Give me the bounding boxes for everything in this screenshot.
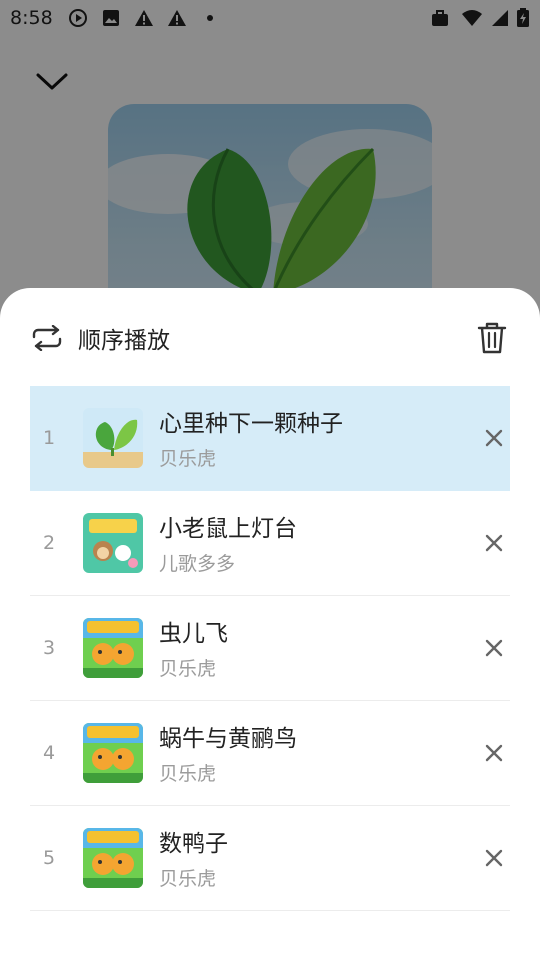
track-index: 5 bbox=[42, 847, 56, 869]
sheet-header: 顺序播放 bbox=[0, 288, 540, 386]
play-mode-label: 顺序播放 bbox=[78, 328, 170, 354]
track-title: 虫儿飞 bbox=[159, 621, 228, 647]
trash-icon bbox=[477, 322, 507, 354]
track-artist: 贝乐虎 bbox=[159, 658, 217, 680]
close-icon bbox=[485, 429, 503, 447]
track-index: 2 bbox=[42, 532, 56, 554]
list-item[interactable]: 1 心里种下一颗种子 贝乐虎 bbox=[30, 386, 510, 491]
track-artist: 贝乐虎 bbox=[159, 448, 217, 470]
remove-track-button[interactable] bbox=[478, 527, 510, 559]
track-artist: 贝乐虎 bbox=[159, 763, 217, 785]
track-thumbnail bbox=[83, 408, 143, 468]
play-mode-button[interactable]: 顺序播放 bbox=[30, 316, 170, 360]
track-thumbnail bbox=[83, 513, 143, 573]
list-item[interactable]: 2 小老鼠上灯台 儿歌多多 bbox=[30, 491, 510, 596]
list-item[interactable]: 4 蜗牛与黄鹂鸟 贝乐虎 bbox=[30, 701, 510, 806]
remove-track-button[interactable] bbox=[478, 632, 510, 664]
track-artist: 儿歌多多 bbox=[159, 553, 236, 575]
track-thumbnail bbox=[83, 618, 143, 678]
track-index: 4 bbox=[42, 742, 56, 764]
playlist: 1 心里种下一颗种子 贝乐虎 2 小老鼠上灯台 儿歌多多 3 虫儿飞 贝乐虎 4… bbox=[30, 386, 510, 911]
track-index: 1 bbox=[42, 427, 56, 449]
playlist-sheet: 顺序播放 1 心里种下一颗种子 贝乐虎 2 小老鼠上灯台 儿歌多多 3 虫儿飞 … bbox=[0, 288, 540, 960]
remove-track-button[interactable] bbox=[478, 422, 510, 454]
track-index: 3 bbox=[42, 637, 56, 659]
list-item[interactable]: 5 数鸭子 贝乐虎 bbox=[30, 806, 510, 911]
repeat-icon bbox=[32, 325, 62, 351]
track-title: 小老鼠上灯台 bbox=[159, 516, 297, 542]
list-item[interactable]: 3 虫儿飞 贝乐虎 bbox=[30, 596, 510, 701]
track-title: 蜗牛与黄鹂鸟 bbox=[159, 726, 297, 752]
close-icon bbox=[485, 534, 503, 552]
track-artist: 贝乐虎 bbox=[159, 868, 217, 890]
track-title: 心里种下一颗种子 bbox=[159, 411, 343, 437]
clear-playlist-button[interactable] bbox=[472, 318, 512, 358]
close-icon bbox=[485, 744, 503, 762]
track-thumbnail bbox=[83, 828, 143, 888]
track-thumbnail bbox=[83, 723, 143, 783]
remove-track-button[interactable] bbox=[478, 842, 510, 874]
close-icon bbox=[485, 639, 503, 657]
track-title: 数鸭子 bbox=[159, 831, 228, 857]
close-icon bbox=[485, 849, 503, 867]
remove-track-button[interactable] bbox=[478, 737, 510, 769]
